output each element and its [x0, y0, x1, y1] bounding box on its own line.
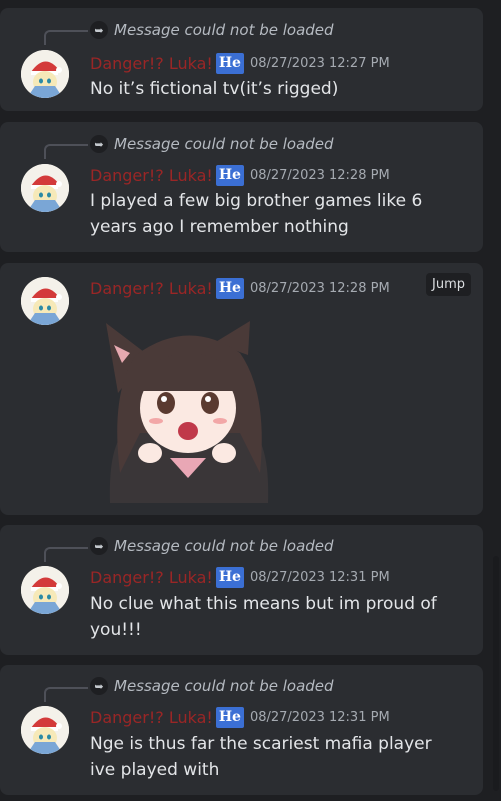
avatar[interactable]: [21, 566, 69, 614]
avatar[interactable]: [21, 277, 69, 325]
message-card[interactable]: ➥ Message could not be loaded Danger!? L…: [0, 8, 483, 111]
pronoun-tag: He: [215, 706, 244, 728]
message-header: Danger!? Luka! He 08/27/2023 12:28 PM: [90, 163, 390, 187]
message-text: No clue what this means but im proud of …: [90, 594, 437, 640]
message-text: Nge is thus far the scariest mafia playe…: [90, 734, 432, 780]
reply-text: Message could not be loaded: [114, 537, 334, 555]
reply-arrow-icon: ➥: [90, 21, 108, 39]
pronoun-tag: He: [215, 164, 244, 186]
reply-preview[interactable]: ➥ Message could not be loaded: [90, 20, 334, 40]
message-header: Danger!? Luka! He 08/27/2023 12:27 PM: [90, 51, 390, 75]
message-text: I played a few big brother games like 6 …: [90, 191, 423, 237]
author-name[interactable]: Danger!? Luka!: [90, 279, 213, 298]
reply-arrow-icon: ➥: [90, 537, 108, 555]
message-header: Danger!? Luka! He 08/27/2023 12:28 PM: [90, 276, 390, 300]
reply-spine: [44, 687, 88, 702]
pronoun-tag: He: [215, 566, 244, 588]
avatar[interactable]: [21, 50, 69, 98]
reply-preview[interactable]: ➥ Message could not be loaded: [90, 134, 334, 154]
reply-text: Message could not be loaded: [114, 135, 334, 153]
jump-button[interactable]: Jump: [426, 273, 471, 296]
avatar[interactable]: [21, 706, 69, 754]
reply-spine: [44, 144, 88, 159]
message-card[interactable]: ➥ Message could not be loaded Danger!? L…: [0, 122, 483, 252]
message-card[interactable]: Danger!? Luka! He 08/27/2023 12:28 PM Ju…: [0, 263, 483, 515]
timestamp[interactable]: 08/27/2023 12:28 PM: [250, 168, 390, 183]
reply-arrow-icon: ➥: [90, 677, 108, 695]
pronoun-tag: He: [215, 52, 244, 74]
reply-text: Message could not be loaded: [114, 677, 334, 695]
author-name[interactable]: Danger!? Luka!: [90, 166, 213, 185]
message-header: Danger!? Luka! He 08/27/2023 12:31 PM: [90, 565, 390, 589]
timestamp[interactable]: 08/27/2023 12:28 PM: [250, 281, 390, 296]
author-name[interactable]: Danger!? Luka!: [90, 568, 213, 587]
reply-spine: [44, 30, 88, 45]
author-name[interactable]: Danger!? Luka!: [90, 54, 213, 73]
author-name[interactable]: Danger!? Luka!: [90, 708, 213, 727]
avatar[interactable]: [21, 164, 69, 212]
message-header: Danger!? Luka! He 08/27/2023 12:31 PM: [90, 705, 390, 729]
reply-preview[interactable]: ➥ Message could not be loaded: [90, 536, 334, 556]
timestamp[interactable]: 08/27/2023 12:27 PM: [250, 56, 390, 71]
pronoun-tag: He: [215, 277, 244, 299]
message-text: No it’s fictional tv(it’s rigged): [90, 79, 339, 99]
reply-text: Message could not be loaded: [114, 21, 334, 39]
reply-arrow-icon: ➥: [90, 135, 108, 153]
reply-preview[interactable]: ➥ Message could not be loaded: [90, 676, 334, 696]
message-card[interactable]: ➥ Message could not be loaded Danger!? L…: [0, 665, 483, 795]
reply-spine: [44, 547, 88, 562]
message-card[interactable]: ➥ Message could not be loaded Danger!? L…: [0, 525, 483, 655]
timestamp[interactable]: 08/27/2023 12:31 PM: [250, 570, 390, 585]
timestamp[interactable]: 08/27/2023 12:31 PM: [250, 710, 390, 725]
sticker-image[interactable]: [100, 303, 275, 503]
scrollbar-thumb[interactable]: [493, 556, 499, 791]
